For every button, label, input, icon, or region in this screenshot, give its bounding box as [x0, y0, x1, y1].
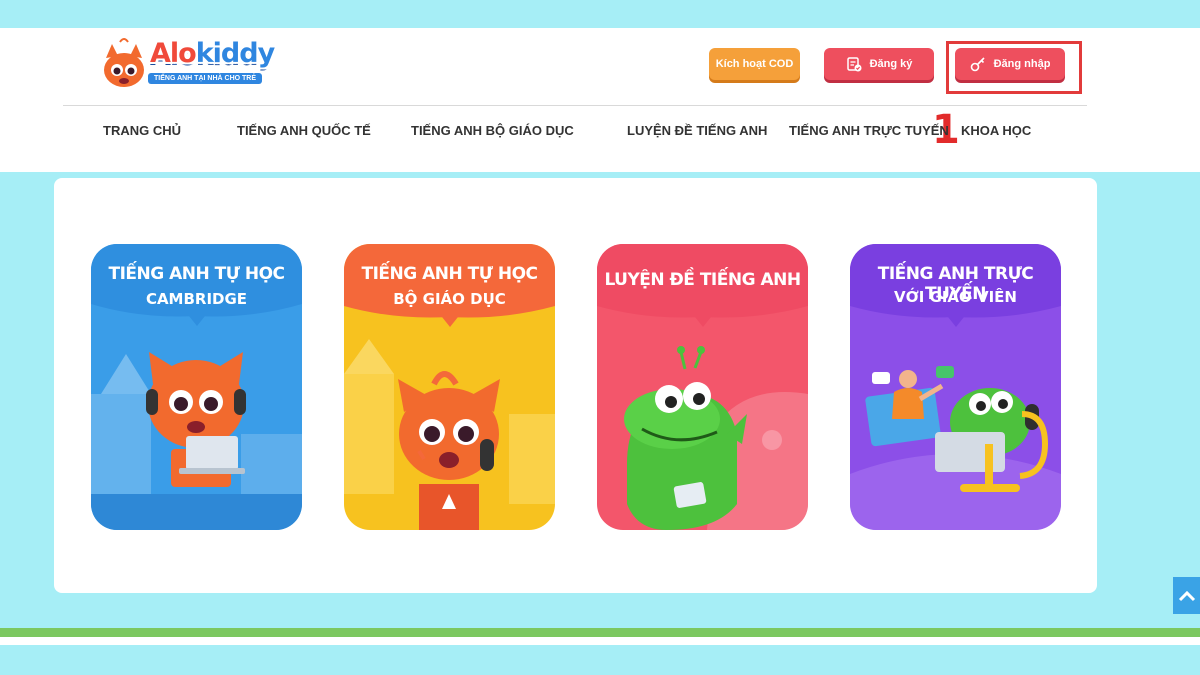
card-cambridge[interactable]: TIẾNG ANH TỰ HỌC CAMBRIDGE	[91, 244, 302, 530]
site-header: Alokiddy TIẾNG ANH TẠI NHÀ CHO TRẺ Kích …	[0, 28, 1200, 172]
activate-cod-button[interactable]: Kích hoạt COD	[709, 48, 800, 80]
nav-online-english[interactable]: TIẾNG ANH TRỰC TUYẾN	[789, 123, 949, 138]
logo-tagline: TIẾNG ANH TẠI NHÀ CHO TRẺ	[148, 73, 263, 84]
nav-exam-practice[interactable]: LUYỆN ĐỀ TIẾNG ANH	[627, 123, 767, 138]
register-label: Đăng ký	[869, 58, 913, 70]
clipboard-check-icon	[846, 56, 862, 72]
footer-white-bar	[0, 637, 1200, 645]
card-moet-title: TIẾNG ANH TỰ HỌC	[361, 264, 538, 284]
alokiddy-logo[interactable]: Alokiddy TIẾNG ANH TẠI NHÀ CHO TRẺ	[100, 38, 280, 90]
register-button[interactable]: Đăng ký	[824, 48, 934, 80]
mascot-logo-icon	[104, 38, 144, 87]
nav-international-english[interactable]: TIẾNG ANH QUỐC TẾ	[237, 123, 371, 138]
scroll-to-top-button[interactable]	[1173, 577, 1200, 614]
card-cambridge-subtitle: CAMBRIDGE	[145, 290, 248, 308]
card-cambridge-title: TIẾNG ANH TỰ HỌC	[108, 264, 285, 284]
top-band	[0, 0, 1200, 28]
footer-green-strip	[0, 628, 1200, 637]
nav-moet-english[interactable]: TIẾNG ANH BỘ GIÁO DỤC	[411, 123, 574, 138]
login-highlight-box	[946, 41, 1082, 94]
chevron-up-icon	[1178, 590, 1195, 601]
header-divider	[63, 105, 1087, 106]
card-moet[interactable]: TIẾNG ANH TỰ HỌC BỘ GIÁO DỤC	[344, 244, 555, 530]
card-online-teacher[interactable]: TIẾNG ANH TRỰC TUYẾN VỚI GIÁO VIÊN	[850, 244, 1061, 530]
card-cambridge-illustration	[91, 244, 302, 530]
card-moet-subtitle: BỘ GIÁO DỤC	[393, 290, 506, 308]
card-exam-practice[interactable]: LUYỆN ĐỀ TIẾNG ANH	[597, 244, 808, 530]
card-exam-practice-title: LUYỆN ĐỀ TIẾNG ANH	[604, 270, 801, 290]
nav-courses[interactable]: KHOA HỌC	[961, 123, 1031, 138]
nav-home[interactable]: TRANG CHỦ	[103, 123, 181, 138]
logo-wordmark: Alokiddy	[150, 38, 275, 69]
card-moet-illustration	[344, 244, 555, 530]
card-online-teacher-subtitle: VỚI GIÁO VIÊN	[894, 288, 1017, 306]
